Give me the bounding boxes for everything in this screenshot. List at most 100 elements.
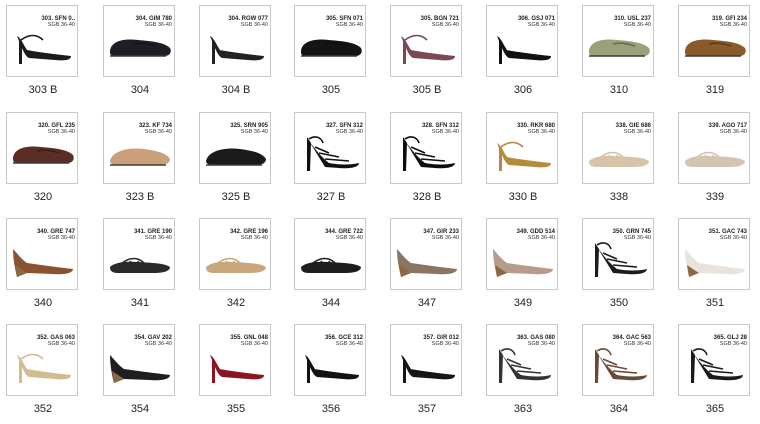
product-thumbnail[interactable]: 325. SRN 905 SGB 36-40 xyxy=(199,112,271,184)
product-thumbnail[interactable]: 338. GIE 686 SGB 36-40 xyxy=(582,112,654,184)
product-label[interactable]: 305 xyxy=(286,84,376,96)
product-thumbnail[interactable]: 342. GRE 196 SGB 36-40 xyxy=(199,218,271,290)
product-tile[interactable]: 330. RKR 680 SGB 36-40 330 B xyxy=(486,112,560,212)
product-label[interactable]: 350 xyxy=(574,297,664,309)
product-label[interactable]: 344 xyxy=(286,297,376,309)
product-tile[interactable]: 305. SFN 071 SGB 36-40 305 xyxy=(294,5,368,105)
product-thumbnail[interactable]: 363. GAS 080 SGB 36-40 xyxy=(486,324,558,396)
product-thumbnail[interactable]: 304. GIM 780 SGB 36-40 xyxy=(103,5,175,77)
product-tile[interactable]: 339. AGO 717 SGB 36-40 339 xyxy=(678,112,752,212)
product-thumbnail[interactable]: 357. GIR 012 SGB 36-40 xyxy=(390,324,462,396)
product-tile[interactable]: 351. GAC 743 SGB 36-40 351 xyxy=(678,218,752,318)
product-label[interactable]: 328 B xyxy=(382,191,472,203)
product-tile[interactable]: 365. GLJ 28 SGB 36-40 365 xyxy=(678,324,752,424)
product-label[interactable]: 310 xyxy=(574,84,664,96)
product-label[interactable]: 304 xyxy=(95,84,185,96)
product-thumbnail[interactable]: 352. GAS 063 SGB 36-40 xyxy=(6,324,78,396)
product-thumbnail[interactable]: 330. RKR 680 SGB 36-40 xyxy=(486,112,558,184)
product-thumbnail[interactable]: 355. GNL 048 SGB 36-40 xyxy=(199,324,271,396)
product-label[interactable]: 323 B xyxy=(95,191,185,203)
product-label[interactable]: 356 xyxy=(286,403,376,415)
product-label[interactable]: 330 B xyxy=(478,191,568,203)
product-thumbnail[interactable]: 349. GDD 514 SGB 36-40 xyxy=(486,218,558,290)
product-label[interactable]: 303 B xyxy=(0,84,88,96)
product-thumbnail[interactable]: 306. GSJ 071 SGB 36-40 xyxy=(486,5,558,77)
product-tile[interactable]: 354. GAV 202 SGB 36-40 354 xyxy=(103,324,177,424)
product-thumbnail[interactable]: 305. BGN 721 SGB 36-40 xyxy=(390,5,462,77)
product-label[interactable]: 349 xyxy=(478,297,568,309)
product-thumbnail[interactable]: 303. SFN 0.. SGB 36-40 xyxy=(6,5,78,77)
product-thumbnail[interactable]: 364. GAC 563 SGB 36-40 xyxy=(582,324,654,396)
product-tile[interactable]: 310. USL 237 SGB 36-40 310 xyxy=(582,5,656,105)
product-thumbnail[interactable]: 354. GAV 202 SGB 36-40 xyxy=(103,324,175,396)
product-size-range: SGB 36-40 xyxy=(335,341,363,347)
product-label[interactable]: 306 xyxy=(478,84,568,96)
product-label[interactable]: 340 xyxy=(0,297,88,309)
product-tile[interactable]: 303. SFN 0.. SGB 36-40 303 B xyxy=(6,5,80,105)
product-tile[interactable]: 347. GIR 233 SGB 36-40 347 xyxy=(390,218,464,318)
product-thumbnail[interactable]: 350. GRN 745 SGB 36-40 xyxy=(582,218,654,290)
product-label[interactable]: 363 xyxy=(478,403,568,415)
product-tile[interactable]: 356. GCE 312 SGB 36-40 356 xyxy=(294,324,368,424)
product-tile[interactable]: 328. SFN 312 SGB 36-40 328 B xyxy=(390,112,464,212)
product-tile[interactable]: 355. GNL 048 SGB 36-40 355 xyxy=(199,324,273,424)
product-tile[interactable]: 344. GRE 722 SGB 36-40 344 xyxy=(294,218,368,318)
product-label[interactable]: 304 B xyxy=(191,84,281,96)
product-thumbnail[interactable]: 310. USL 237 SGB 36-40 xyxy=(582,5,654,77)
product-label[interactable]: 355 xyxy=(191,403,281,415)
product-tile[interactable]: 349. GDD 514 SGB 36-40 349 xyxy=(486,218,560,318)
product-tile[interactable]: 304. RGW 077 SGB 36-40 304 B xyxy=(199,5,273,105)
product-tile[interactable]: 320. GFL 235 SGB 36-40 320 xyxy=(6,112,80,212)
product-tile[interactable]: 327. SFN 312 SGB 36-40 327 B xyxy=(294,112,368,212)
product-label[interactable]: 347 xyxy=(382,297,472,309)
product-thumbnail[interactable]: 339. AGO 717 SGB 36-40 xyxy=(678,112,750,184)
product-tile[interactable]: 306. GSJ 071 SGB 36-40 306 xyxy=(486,5,560,105)
product-thumbnail[interactable]: 341. GRE 190 SGB 36-40 xyxy=(103,218,175,290)
product-label[interactable]: 339 xyxy=(670,191,760,203)
product-thumbnail[interactable]: 319. GFI 234 SGB 36-40 xyxy=(678,5,750,77)
product-label[interactable]: 357 xyxy=(382,403,472,415)
product-thumbnail[interactable]: 323. KF 734 SGB 36-40 xyxy=(103,112,175,184)
product-size-range: SGB 36-40 xyxy=(144,235,172,241)
product-tile[interactable]: 323. KF 734 SGB 36-40 323 B xyxy=(103,112,177,212)
product-tile[interactable]: 304. GIM 780 SGB 36-40 304 xyxy=(103,5,177,105)
product-tile[interactable]: 364. GAC 563 SGB 36-40 364 xyxy=(582,324,656,424)
product-size-range: SGB 36-40 xyxy=(431,129,459,135)
product-label[interactable]: 338 xyxy=(574,191,664,203)
product-thumbnail[interactable]: 328. SFN 312 SGB 36-40 xyxy=(390,112,462,184)
product-tile[interactable]: 338. GIE 686 SGB 36-40 338 xyxy=(582,112,656,212)
product-thumbnail[interactable]: 340. GRE 747 SGB 36-40 xyxy=(6,218,78,290)
product-tile[interactable]: 305. BGN 721 SGB 36-40 305 B xyxy=(390,5,464,105)
product-tile[interactable]: 352. GAS 063 SGB 36-40 352 xyxy=(6,324,80,424)
product-tile[interactable]: 357. GIR 012 SGB 36-40 357 xyxy=(390,324,464,424)
product-thumbnail[interactable]: 365. GLJ 28 SGB 36-40 xyxy=(678,324,750,396)
product-tile[interactable]: 325. SRN 905 SGB 36-40 325 B xyxy=(199,112,273,212)
product-thumbnail[interactable]: 347. GIR 233 SGB 36-40 xyxy=(390,218,462,290)
product-label[interactable]: 319 xyxy=(670,84,760,96)
product-tile[interactable]: 341. GRE 190 SGB 36-40 341 xyxy=(103,218,177,318)
product-thumbnail[interactable]: 327. SFN 312 SGB 36-40 xyxy=(294,112,366,184)
product-tile[interactable]: 350. GRN 745 SGB 36-40 350 xyxy=(582,218,656,318)
product-tile[interactable]: 319. GFI 234 SGB 36-40 319 xyxy=(678,5,752,105)
product-size-range: SGB 36-40 xyxy=(240,235,268,241)
product-label[interactable]: 351 xyxy=(670,297,760,309)
product-tile[interactable]: 363. GAS 080 SGB 36-40 363 xyxy=(486,324,560,424)
product-thumbnail[interactable]: 320. GFL 235 SGB 36-40 xyxy=(6,112,78,184)
product-label[interactable]: 341 xyxy=(95,297,185,309)
product-label[interactable]: 365 xyxy=(670,403,760,415)
product-label[interactable]: 354 xyxy=(95,403,185,415)
product-label[interactable]: 352 xyxy=(0,403,88,415)
product-thumbnail[interactable]: 351. GAC 743 SGB 36-40 xyxy=(678,218,750,290)
product-label[interactable]: 364 xyxy=(574,403,664,415)
product-label[interactable]: 305 B xyxy=(382,84,472,96)
product-thumbnail[interactable]: 304. RGW 077 SGB 36-40 xyxy=(199,5,271,77)
product-label[interactable]: 327 B xyxy=(286,191,376,203)
product-thumbnail[interactable]: 344. GRE 722 SGB 36-40 xyxy=(294,218,366,290)
product-label[interactable]: 342 xyxy=(191,297,281,309)
product-tile[interactable]: 342. GRE 196 SGB 36-40 342 xyxy=(199,218,273,318)
product-tile[interactable]: 340. GRE 747 SGB 36-40 340 xyxy=(6,218,80,318)
product-thumbnail[interactable]: 305. SFN 071 SGB 36-40 xyxy=(294,5,366,77)
product-label[interactable]: 320 xyxy=(0,191,88,203)
product-label[interactable]: 325 B xyxy=(191,191,281,203)
product-thumbnail[interactable]: 356. GCE 312 SGB 36-40 xyxy=(294,324,366,396)
